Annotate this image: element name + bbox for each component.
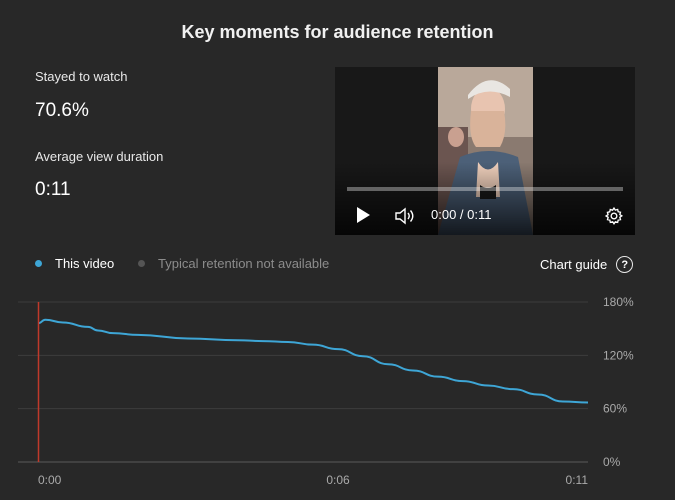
x-tick-label: 0:11: [566, 473, 589, 487]
stayed-to-watch-label: Stayed to watch: [35, 69, 128, 84]
legend-dot-this-video: [35, 260, 42, 267]
page-title: Key moments for audience retention: [181, 22, 494, 42]
legend-typical-retention: Typical retention not available: [138, 256, 329, 271]
chart-guide-label: Chart guide: [540, 257, 608, 272]
chart-guide-button[interactable]: Chart guide ?: [540, 256, 634, 273]
x-tick-label: 0:06: [326, 473, 350, 487]
legend-this-video-label: This video: [55, 256, 115, 271]
y-tick-label: 120%: [603, 348, 634, 362]
legend-typical-label: Typical retention not available: [158, 256, 330, 271]
video-time: 0:00 / 0:11: [431, 207, 492, 222]
x-tick-label: 0:00: [38, 473, 62, 487]
video-progress-bar[interactable]: [347, 187, 623, 191]
legend-this-video[interactable]: This video: [35, 256, 114, 271]
legend-dot-typical: [138, 260, 145, 267]
video-player[interactable]: 0:00 / 0:11: [335, 67, 635, 235]
settings-button[interactable]: [603, 205, 625, 227]
y-tick-label: 0%: [603, 455, 621, 469]
stayed-to-watch-value: 70.6%: [35, 100, 89, 121]
play-button[interactable]: [353, 205, 373, 225]
average-view-duration-label: Average view duration: [35, 149, 164, 164]
volume-icon: [395, 207, 414, 225]
y-tick-label: 60%: [603, 402, 627, 416]
average-view-duration-value: 0:11: [35, 179, 71, 200]
play-icon: [357, 207, 370, 223]
controls-overlay: [335, 162, 635, 235]
settings-gear-icon: [604, 206, 624, 225]
help-icon: ?: [616, 256, 634, 273]
volume-button[interactable]: [394, 206, 416, 226]
retention-line-this-video: [37, 318, 589, 404]
y-tick-label: 180%: [603, 295, 634, 309]
